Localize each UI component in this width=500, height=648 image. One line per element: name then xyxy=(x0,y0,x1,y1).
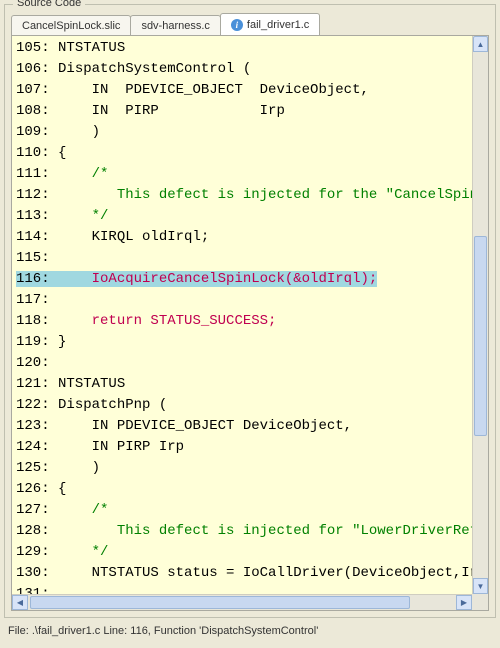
line-text: IoAcquireCancelSpinLock(&oldIrql); xyxy=(58,271,377,287)
line-number: 118: xyxy=(16,313,58,329)
line-text: NTSTATUS status = IoCallDriver(DeviceObj… xyxy=(58,565,486,581)
vertical-scroll-thumb[interactable] xyxy=(474,236,487,436)
code-line[interactable]: 123: IN PDEVICE_OBJECT DeviceObject, xyxy=(16,416,488,437)
line-text: NTSTATUS xyxy=(58,376,125,392)
code-line[interactable]: 121: NTSTATUS xyxy=(16,374,488,395)
horizontal-scroll-thumb[interactable] xyxy=(30,596,410,609)
line-number: 124: xyxy=(16,439,58,455)
code-line[interactable]: 119: } xyxy=(16,332,488,353)
code-line[interactable]: 110: { xyxy=(16,143,488,164)
code-line[interactable]: 118: return STATUS_SUCCESS; xyxy=(16,311,488,332)
line-number: 112: xyxy=(16,187,58,203)
code-viewer: 105: NTSTATUS106: DispatchSystemControl … xyxy=(11,35,489,611)
code-line[interactable]: 106: DispatchSystemControl ( xyxy=(16,59,488,80)
scroll-right-button[interactable]: ▶ xyxy=(456,595,472,610)
panel-title: Source Code xyxy=(13,0,85,9)
line-text: This defect is injected for "LowerDriver… xyxy=(58,523,486,539)
line-text: /* xyxy=(58,502,108,518)
code-line[interactable]: 128: This defect is injected for "LowerD… xyxy=(16,521,488,542)
code-line[interactable]: 112: This defect is injected for the "Ca… xyxy=(16,185,488,206)
line-number: 105: xyxy=(16,40,58,56)
status-bar: File: .\fail_driver1.c Line: 116, Functi… xyxy=(0,622,500,640)
line-number: 119: xyxy=(16,334,58,350)
line-text: NTSTATUS xyxy=(58,40,125,56)
line-number: 125: xyxy=(16,460,58,476)
code-line[interactable]: 117: xyxy=(16,290,488,311)
line-text: IN PDEVICE_OBJECT DeviceObject, xyxy=(58,82,369,98)
tab-fail-driver1-c[interactable]: i fail_driver1.c xyxy=(220,13,320,35)
line-number: 126: xyxy=(16,481,58,497)
line-number: 122: xyxy=(16,397,58,413)
horizontal-scrollbar[interactable]: ◀ ▶ xyxy=(12,594,472,610)
line-text: */ xyxy=(58,544,108,560)
vertical-scrollbar[interactable]: ▲ ▼ xyxy=(472,36,488,594)
code-line[interactable]: 107: IN PDEVICE_OBJECT DeviceObject, xyxy=(16,80,488,101)
code-line[interactable]: 127: /* xyxy=(16,500,488,521)
code-line[interactable]: 115: xyxy=(16,248,488,269)
line-number: 115: xyxy=(16,250,58,266)
line-number: 108: xyxy=(16,103,58,119)
line-text: return STATUS_SUCCESS; xyxy=(58,313,276,329)
code-line[interactable]: 130: NTSTATUS status = IoCallDriver(Devi… xyxy=(16,563,488,584)
code-line[interactable]: 113: */ xyxy=(16,206,488,227)
line-number: 129: xyxy=(16,544,58,560)
line-number: 120: xyxy=(16,355,58,371)
scroll-down-button[interactable]: ▼ xyxy=(473,578,488,594)
code-text[interactable]: 105: NTSTATUS106: DispatchSystemControl … xyxy=(12,36,488,596)
line-number: 123: xyxy=(16,418,58,434)
line-text: DispatchSystemControl ( xyxy=(58,61,251,77)
line-number: 128: xyxy=(16,523,58,539)
line-number: 121: xyxy=(16,376,58,392)
line-text: { xyxy=(58,145,66,161)
line-text: IN PIRP Irp xyxy=(58,103,285,119)
source-code-panel: Source Code CancelSpinLock.slicsdv-harne… xyxy=(4,4,496,618)
line-text: DispatchPnp ( xyxy=(58,397,167,413)
line-number: 130: xyxy=(16,565,58,581)
code-line[interactable]: 116: IoAcquireCancelSpinLock(&oldIrql); xyxy=(16,269,377,290)
line-number: 117: xyxy=(16,292,58,308)
code-line[interactable]: 105: NTSTATUS xyxy=(16,38,488,59)
code-line[interactable]: 129: */ xyxy=(16,542,488,563)
line-text: { xyxy=(58,481,66,497)
line-text: IN PIRP Irp xyxy=(58,439,184,455)
code-line[interactable]: 111: /* xyxy=(16,164,488,185)
tab-cancelspinlock-slic[interactable]: CancelSpinLock.slic xyxy=(11,15,131,35)
line-text: IN PDEVICE_OBJECT DeviceObject, xyxy=(58,418,352,434)
line-text: ) xyxy=(58,460,100,476)
line-number: 109: xyxy=(16,124,58,140)
line-text: KIRQL oldIrql; xyxy=(58,229,209,245)
line-text: */ xyxy=(58,208,108,224)
scroll-up-button[interactable]: ▲ xyxy=(473,36,488,52)
info-icon: i xyxy=(231,19,243,31)
tab-sdv-harness-c[interactable]: sdv-harness.c xyxy=(130,15,220,35)
code-line[interactable]: 125: ) xyxy=(16,458,488,479)
line-text: /* xyxy=(58,166,108,182)
tab-label: fail_driver1.c xyxy=(247,19,309,31)
tab-label: sdv-harness.c xyxy=(141,20,209,32)
code-line[interactable]: 122: DispatchPnp ( xyxy=(16,395,488,416)
code-line[interactable]: 124: IN PIRP Irp xyxy=(16,437,488,458)
code-line[interactable]: 109: ) xyxy=(16,122,488,143)
code-line[interactable]: 126: { xyxy=(16,479,488,500)
line-number: 116: xyxy=(16,271,58,287)
scroll-corner xyxy=(472,594,488,610)
line-number: 111: xyxy=(16,166,58,182)
line-number: 127: xyxy=(16,502,58,518)
line-text: This defect is injected for the "CancelS… xyxy=(58,187,486,203)
line-number: 106: xyxy=(16,61,58,77)
line-text: } xyxy=(58,334,66,350)
tab-bar: CancelSpinLock.slic sdv-harness.c i fail_dr… xyxy=(5,5,495,35)
line-number: 107: xyxy=(16,82,58,98)
code-line[interactable]: 120: xyxy=(16,353,488,374)
line-text: ) xyxy=(58,124,100,140)
line-number: 114: xyxy=(16,229,58,245)
code-line[interactable]: 114: KIRQL oldIrql; xyxy=(16,227,488,248)
line-number: 110: xyxy=(16,145,58,161)
line-number: 113: xyxy=(16,208,58,224)
scroll-left-button[interactable]: ◀ xyxy=(12,595,28,610)
code-line[interactable]: 108: IN PIRP Irp xyxy=(16,101,488,122)
tab-label: CancelSpinLock.slic xyxy=(22,20,120,32)
